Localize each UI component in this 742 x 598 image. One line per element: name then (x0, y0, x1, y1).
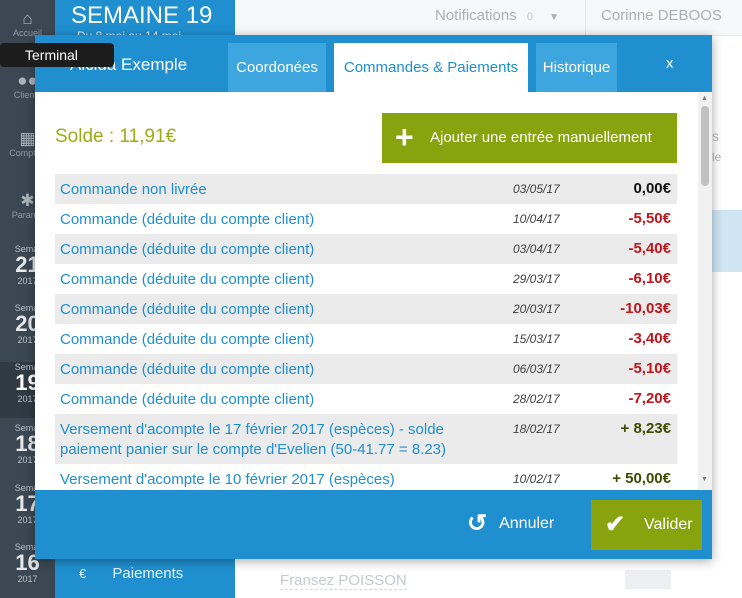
table-row[interactable]: Commande (déduite du compte client) 28/02… (55, 384, 677, 414)
client-modal: Alcida Exemple Coordonées Commandes & Pa… (35, 35, 712, 559)
divider (585, 0, 586, 36)
modal-body: Solde : 11,91€ + Ajouter une entrée manu… (35, 92, 712, 490)
transactions-table: Commande non livrée 03/05/17 0,00€ Commande… (55, 174, 677, 490)
row-label[interactable]: Commande (déduite du compte client) (60, 240, 480, 260)
table-row[interactable]: Versement d'acompte le 17 février 2017 (… (55, 414, 677, 464)
row-date: 10/02/17 (513, 472, 560, 486)
row-amount: 0,00€ (633, 180, 671, 197)
row-label[interactable]: Commande non livrée (60, 180, 480, 200)
table-row[interactable]: Commande (déduite du compte client) 06/03… (55, 354, 677, 384)
row-label[interactable]: Commande (déduite du compte client) (60, 270, 480, 290)
row-date: 06/03/17 (513, 362, 560, 376)
row-date: 28/02/17 (513, 392, 560, 406)
row-label[interactable]: Commande (déduite du compte client) (60, 210, 480, 230)
tab-commandes-paiements[interactable]: Commandes & Paiements (334, 43, 528, 99)
row-amount: -10,03€ (620, 300, 671, 317)
row-label[interactable]: Versement d'acompte le 10 février 2017 (… (60, 470, 480, 490)
euro-icon: € (79, 566, 87, 581)
week-title: SEMAINE 19 (71, 2, 213, 29)
row-date: 03/04/17 (513, 242, 560, 256)
tab-historique[interactable]: Historique (536, 43, 617, 99)
row-amount: + 50,00€ (612, 470, 671, 487)
background-person-link[interactable]: Fransez POISSON (280, 572, 407, 590)
row-date: 15/03/17 (513, 332, 560, 346)
row-label[interactable]: Commande (déduite du compte client) (60, 330, 480, 350)
row-amount: -5,40€ (628, 240, 671, 257)
row-label[interactable]: Commande (déduite du compte client) (60, 360, 480, 380)
row-label[interactable]: Commande (déduite du compte client) (60, 300, 480, 320)
close-button[interactable]: x (666, 55, 674, 72)
row-date: 10/04/17 (513, 212, 560, 226)
background-text: s (712, 128, 719, 144)
table-row[interactable]: Commande (déduite du compte client) 29/03… (55, 264, 677, 294)
background-text: le (712, 150, 722, 164)
table-row[interactable]: Commande (déduite du compte client) 10/04… (55, 204, 677, 234)
add-manual-entry-button[interactable]: + Ajouter une entrée manuellement (382, 113, 677, 163)
notifications-badge: 0 (526, 11, 533, 23)
terminal-tooltip: Terminal (0, 43, 114, 67)
notifications-dropdown[interactable]: Notifications 0 ▼ (435, 7, 559, 24)
background-panel (712, 210, 742, 272)
payments-menu-item[interactable]: € Paiements (79, 565, 183, 582)
background-chip (625, 570, 671, 589)
undo-icon: ↺ (467, 510, 488, 537)
scroll-up-icon[interactable]: ▲ (701, 95, 708, 102)
row-amount: -5,10€ (628, 360, 671, 377)
table-row[interactable]: Commande (déduite du compte client) 03/04… (55, 234, 677, 264)
row-date: 20/03/17 (513, 302, 560, 316)
row-amount: -5,50€ (628, 210, 671, 227)
nav-home[interactable]: ⌂ Accueil (0, 9, 55, 39)
balance-label: Solde : 11,91€ (55, 126, 177, 147)
scrollbar[interactable]: ▲ ▼ (698, 92, 712, 490)
table-row[interactable]: Commande (déduite du compte client) 20/03… (55, 294, 677, 324)
row-amount: -6,10€ (628, 270, 671, 287)
row-date: 29/03/17 (513, 272, 560, 286)
user-menu[interactable]: Corinne DEBOOS (601, 7, 722, 24)
home-icon: ⌂ (22, 9, 33, 28)
top-bar: Notifications 0 ▼ Corinne DEBOOS (235, 0, 742, 36)
table-row[interactable]: Commande non livrée 03/05/17 0,00€ (55, 174, 677, 204)
table-row[interactable]: Versement d'acompte le 10 février 2017 (… (55, 464, 677, 490)
row-date: 03/05/17 (513, 182, 560, 196)
tab-coordonnees[interactable]: Coordonées (228, 43, 326, 99)
cancel-button[interactable]: ↺ Annuler (467, 509, 554, 539)
row-amount: -3,40€ (628, 330, 671, 347)
check-icon: ✔ (605, 511, 626, 538)
scrollbar-thumb[interactable] (701, 106, 709, 186)
row-amount: -7,20€ (628, 390, 671, 407)
validate-button[interactable]: ✔ Valider (591, 500, 702, 550)
plus-icon: + (395, 119, 414, 155)
row-label[interactable]: Versement d'acompte le 17 février 2017 (… (60, 420, 480, 460)
row-amount: + 8,23€ (620, 420, 671, 437)
row-label[interactable]: Commande (déduite du compte client) (60, 390, 480, 410)
scroll-down-icon[interactable]: ▼ (701, 476, 708, 483)
chevron-down-icon: ▼ (549, 12, 560, 23)
table-row[interactable]: Commande (déduite du compte client) 15/03… (55, 324, 677, 354)
row-date: 18/02/17 (513, 422, 560, 436)
